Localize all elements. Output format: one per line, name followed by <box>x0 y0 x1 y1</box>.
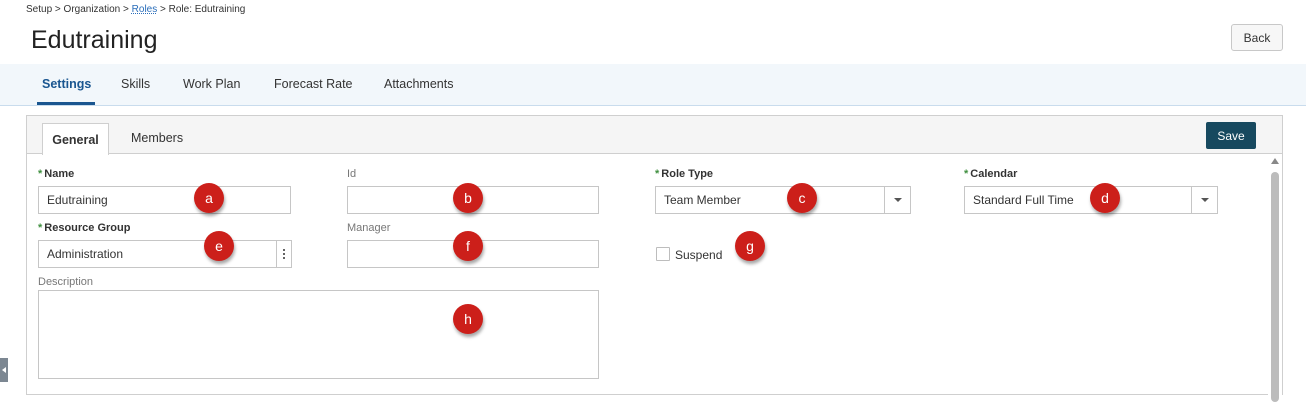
tab-general[interactable]: General <box>42 123 109 155</box>
breadcrumb-organization[interactable]: Organization <box>64 4 121 15</box>
breadcrumb-setup[interactable]: Setup <box>26 4 52 15</box>
role-type-select[interactable]: Team Member <box>655 186 911 214</box>
manager-label: Manager <box>347 222 391 234</box>
breadcrumb-current: Role: Edutraining <box>168 4 246 15</box>
arrow-up-icon[interactable] <box>1271 158 1279 164</box>
required-marker: * <box>964 168 969 180</box>
name-value: Edutraining <box>47 193 108 207</box>
chevron-left-icon <box>2 367 6 373</box>
resource-group-field[interactable]: Administration <box>38 240 292 268</box>
tab-members[interactable]: Members <box>131 131 183 145</box>
scrollbar-thumb[interactable] <box>1271 172 1279 402</box>
chevron-down-icon[interactable] <box>884 187 910 213</box>
tab-skills[interactable]: Skills <box>121 77 150 91</box>
chevron-down-icon[interactable] <box>1191 187 1217 213</box>
description-textarea[interactable] <box>38 290 599 379</box>
kebab-menu-icon[interactable] <box>276 241 291 267</box>
suspend-label[interactable]: Suspend <box>675 248 722 262</box>
breadcrumb: Setup > Organization > Roles > Role: Edu… <box>26 4 245 15</box>
tab-settings[interactable]: Settings <box>42 77 91 91</box>
breadcrumb-roles-link[interactable]: Roles <box>132 4 158 15</box>
annotation-badge-d: d <box>1090 183 1120 213</box>
collapse-handle[interactable] <box>0 358 8 382</box>
required-marker: * <box>38 168 43 180</box>
active-tab-indicator <box>37 102 95 105</box>
role-type-label: * Role Type <box>655 168 714 180</box>
breadcrumb-separator: > <box>120 4 132 15</box>
general-panel: General Members Save * Name Id * Role Type… <box>26 115 1283 402</box>
id-label: Id <box>347 168 357 180</box>
annotation-badge-h: h <box>453 304 483 334</box>
annotation-badge-b: b <box>453 183 483 213</box>
required-marker: * <box>655 168 660 180</box>
vertical-scrollbar[interactable] <box>1268 154 1282 402</box>
resource-group-value: Administration <box>47 247 124 261</box>
calendar-value: Standard Full Time <box>973 193 1074 207</box>
annotation-badge-e: e <box>204 231 234 261</box>
annotation-badge-g: g <box>735 231 765 261</box>
role-type-value: Team Member <box>664 193 741 207</box>
suspend-checkbox[interactable] <box>656 247 670 261</box>
breadcrumb-separator: > <box>157 4 169 15</box>
breadcrumb-separator: > <box>52 4 64 15</box>
resource-group-label: * Resource Group <box>38 222 131 234</box>
back-button[interactable]: Back <box>1231 24 1283 51</box>
main-tab-bar: Settings Skills Work Plan Forecast Rate … <box>0 64 1306 106</box>
save-button[interactable]: Save <box>1206 122 1256 149</box>
description-label: Description <box>38 276 94 288</box>
annotation-badge-f: f <box>453 231 483 261</box>
annotation-badge-c: c <box>787 183 817 213</box>
calendar-label: * Calendar <box>964 168 1018 180</box>
tab-work-plan[interactable]: Work Plan <box>183 77 240 91</box>
required-marker: * <box>38 222 43 234</box>
sub-tab-bar: General Members Save <box>27 116 1282 155</box>
name-field[interactable]: Edutraining <box>38 186 291 214</box>
tab-attachments[interactable]: Attachments <box>384 77 453 91</box>
page-title: Edutraining <box>31 26 158 54</box>
annotation-badge-a: a <box>194 183 224 213</box>
name-label: * Name <box>38 168 75 180</box>
tab-forecast-rate[interactable]: Forecast Rate <box>274 77 353 91</box>
